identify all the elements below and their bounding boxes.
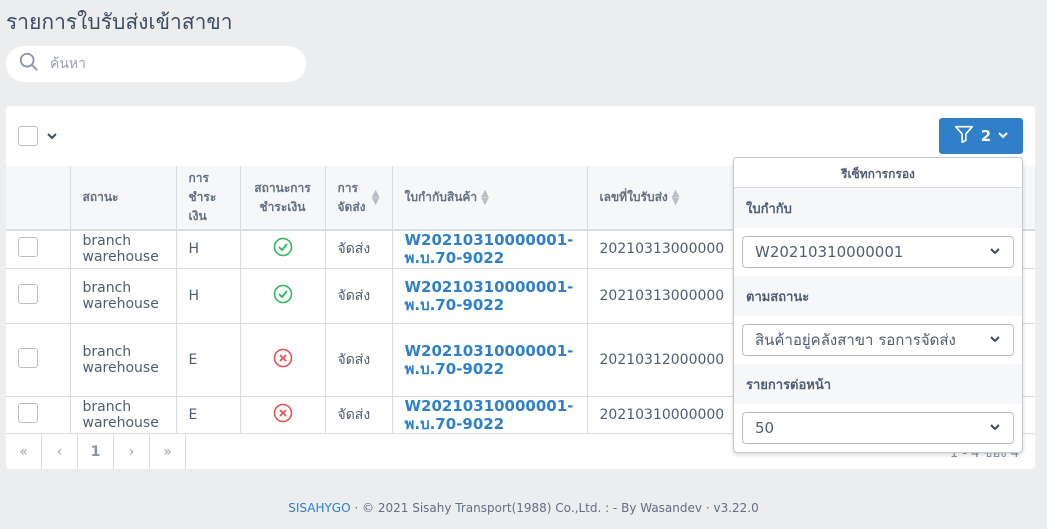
payment-status-cell (239, 268, 325, 324)
waybill-select-value: W20210310000001 (755, 243, 904, 261)
status-cell: branch warehouse (69, 230, 176, 269)
footer: SISAHYGO · © 2021 Sisahy Transport(1988)… (0, 501, 1047, 515)
per-page-value: 50 (755, 419, 775, 437)
chevron-down-icon (997, 127, 1009, 145)
payment-cell: E (175, 323, 240, 397)
row-select-cell[interactable] (6, 230, 70, 269)
row-checkbox[interactable] (18, 283, 38, 304)
last-page-button[interactable]: » (150, 434, 186, 469)
status-cell: branch warehouse (69, 268, 176, 324)
waybill-link[interactable]: W20210310000001- พ.บ.70-9022 (405, 342, 575, 378)
footer-brand-link[interactable]: SISAHYGO (288, 501, 350, 515)
status-text: branch (82, 233, 132, 250)
next-page-button[interactable]: › (114, 434, 150, 469)
chevron-down-icon (989, 331, 1001, 349)
status-text: warehouse (82, 295, 159, 312)
footer-separator: · (705, 501, 710, 515)
status-select-value: สินค้าอยู่คลังสาขา รอการจัดส่ง (755, 331, 956, 349)
waybill-select[interactable]: W20210310000001 (742, 236, 1014, 268)
delivery-cell: จัดส่ง (324, 396, 392, 434)
status-text: branch (82, 279, 132, 296)
header-payment[interactable]: การชำระเงิน (175, 166, 240, 231)
header-receipt-label: เลขที่ใบรับส่ง (599, 190, 668, 204)
x-circle-icon (273, 403, 293, 423)
reset-filter-button[interactable]: รีเซ็ทการกรอง (734, 158, 1022, 188)
status-text: branch (82, 343, 132, 360)
delivery-cell: จัดส่ง (324, 323, 392, 397)
header-select (6, 166, 70, 231)
waybill-link[interactable]: W20210310000001- พ.บ.70-9022 (405, 278, 575, 314)
sort-icon[interactable]: ▲ ▼ (372, 188, 380, 206)
header-waybill-label: ใบกำกับสินค้า (404, 190, 478, 204)
delivery-cell: จัดส่ง (324, 230, 392, 269)
payment-status-cell (239, 396, 325, 434)
search-input[interactable] (48, 55, 288, 73)
payment-status-cell (239, 230, 325, 269)
header-delivery[interactable]: การจัดส่ง ▲ ▼ (324, 166, 392, 231)
row-checkbox[interactable] (18, 402, 38, 423)
payment-cell: H (175, 268, 240, 324)
filter-dropdown: รีเซ็ทการกรอง ใบกำกับ W20210310000001 ตา… (733, 157, 1023, 453)
row-select-cell[interactable] (6, 268, 70, 324)
first-page-button[interactable]: « (6, 434, 42, 469)
chevron-down-icon[interactable] (46, 127, 58, 146)
check-circle-icon (273, 237, 293, 257)
pagination: « ‹ 1 › » (6, 434, 186, 469)
filter-icon (953, 123, 975, 149)
status-select[interactable]: สินค้าอยู่คลังสาขา รอการจัดส่ง (742, 324, 1014, 356)
footer-version: v3.22.0 (713, 501, 759, 515)
per-page-select[interactable]: 50 (742, 412, 1014, 444)
waybill-filter-label: ใบกำกับ (734, 188, 1022, 228)
waybill-cell[interactable]: W20210310000001- พ.บ.70-9022 (391, 268, 587, 324)
row-checkbox[interactable] (18, 237, 38, 258)
status-text: warehouse (82, 414, 159, 431)
page-1-button[interactable]: 1 (78, 434, 114, 469)
waybill-link[interactable]: W20210310000001- พ.บ.70-9022 (405, 231, 575, 267)
payment-status-cell (239, 323, 325, 397)
row-checkbox[interactable] (18, 347, 38, 368)
prev-page-button[interactable]: ‹ (42, 434, 78, 469)
waybill-cell[interactable]: W20210310000001- พ.บ.70-9022 (391, 323, 587, 397)
filter-count: 2 (980, 127, 992, 145)
status-text: warehouse (82, 249, 159, 266)
filter-button[interactable]: 2 (939, 118, 1023, 154)
header-delivery-label: การจัดส่ง (337, 180, 366, 214)
status-text: warehouse (82, 359, 159, 376)
per-page-label: รายการต่อหน้า (734, 364, 1022, 404)
delivery-cell: จัดส่ง (324, 268, 392, 324)
footer-separator: · (354, 501, 359, 515)
waybill-link[interactable]: W20210310000001- พ.บ.70-9022 (405, 397, 575, 433)
chevron-down-icon (989, 243, 1001, 261)
sort-icon[interactable]: ▲ ▼ (481, 188, 489, 206)
select-all-checkbox[interactable] (18, 126, 38, 146)
footer-copyright: © 2021 Sisahy Transport(1988) Co.,Ltd. :… (362, 501, 702, 515)
status-cell: branch warehouse (69, 323, 176, 397)
header-waybill[interactable]: ใบกำกับสินค้า ▲ ▼ (391, 166, 587, 231)
status-text: branch (82, 398, 132, 415)
search-bar[interactable] (6, 46, 306, 82)
header-payment-status[interactable]: สถานะการชำระเงิน (239, 166, 325, 231)
sort-icon[interactable]: ▲ ▼ (672, 188, 680, 206)
page-title: รายการใบรับส่งเข้าสาขา (6, 10, 233, 34)
status-filter-label: ตามสถานะ (734, 276, 1022, 316)
x-circle-icon (273, 348, 293, 368)
search-icon (18, 51, 40, 77)
payment-cell: H (175, 230, 240, 269)
header-status[interactable]: สถานะ (69, 166, 176, 231)
check-circle-icon (273, 284, 293, 304)
row-select-cell[interactable] (6, 323, 70, 397)
select-all-control[interactable] (18, 126, 58, 146)
chevron-down-icon (989, 419, 1001, 437)
row-select-cell[interactable] (6, 396, 70, 434)
waybill-cell[interactable]: W20210310000001- พ.บ.70-9022 (391, 396, 587, 434)
waybill-cell[interactable]: W20210310000001- พ.บ.70-9022 (391, 230, 587, 269)
payment-cell: E (175, 396, 240, 434)
status-cell: branch warehouse (69, 396, 176, 434)
